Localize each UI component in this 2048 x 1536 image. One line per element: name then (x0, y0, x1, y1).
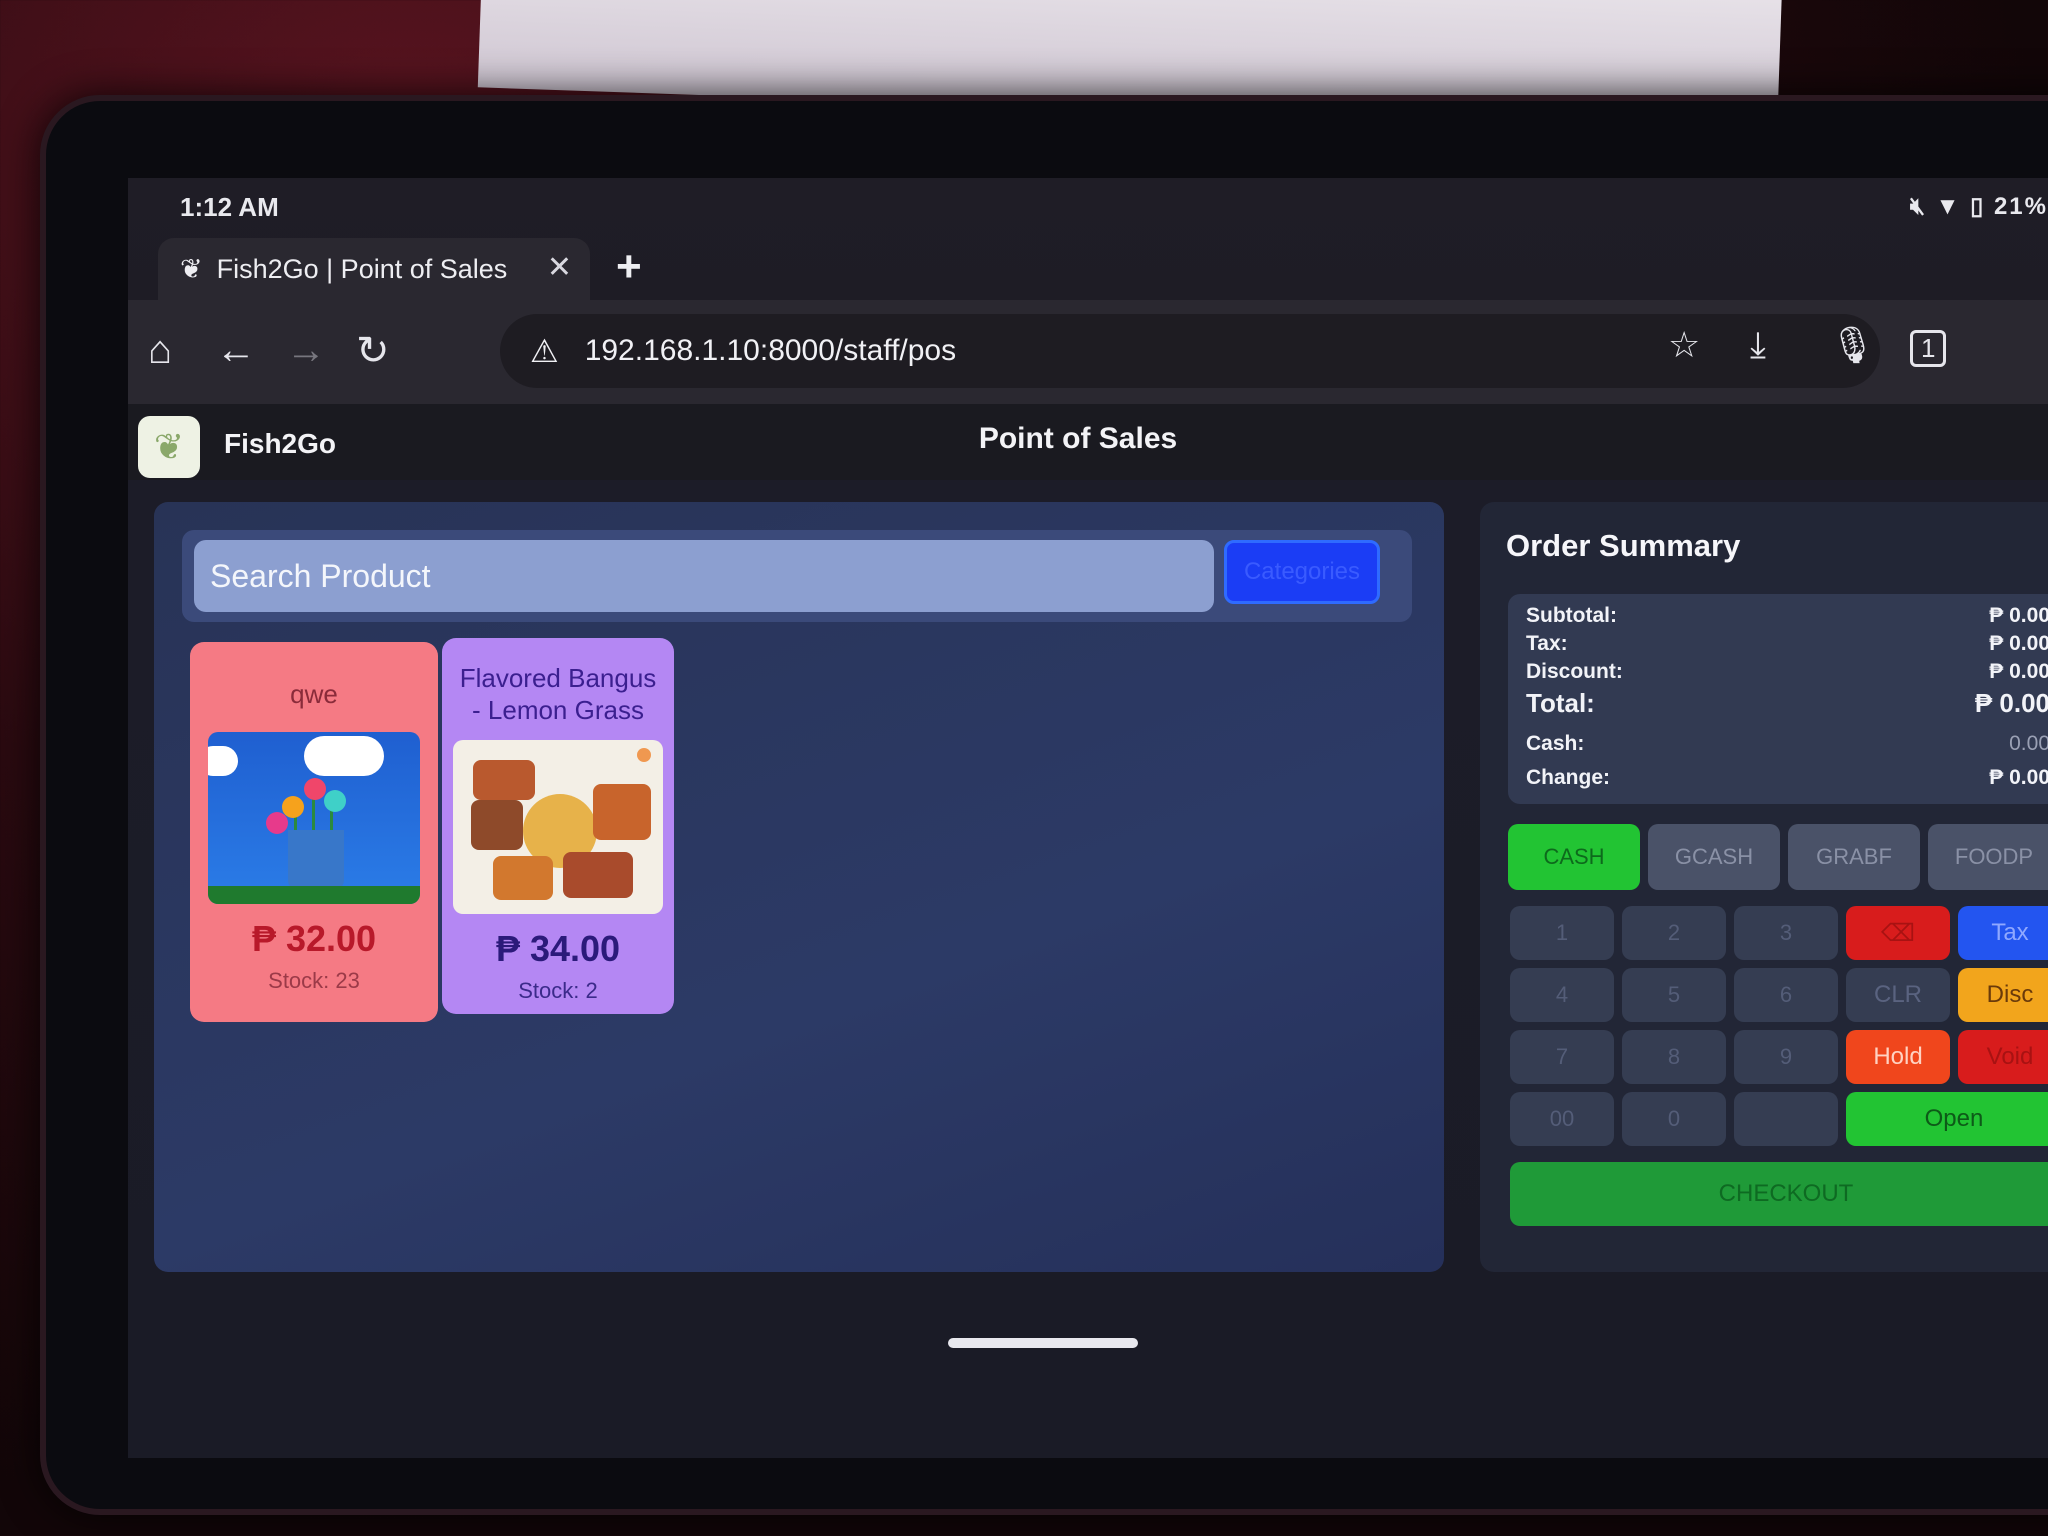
pay-cash-button[interactable]: CASH (1508, 824, 1640, 890)
pay-grabfood-button[interactable]: GRABF (1788, 824, 1920, 890)
reload-icon[interactable]: ↻ (356, 328, 390, 374)
keypad-key[interactable]: 7 (1510, 1030, 1614, 1084)
system-icons: 🔇︎ ▼ ▯ 21% (1910, 192, 2048, 221)
product-image (453, 740, 663, 914)
url-text: 192.168.1.10:8000/staff/pos (584, 334, 957, 367)
keypad-key[interactable]: 00 (1510, 1092, 1614, 1146)
tax-row: Tax: ₱ 0.00 (1526, 632, 2048, 655)
keypad-key[interactable]: 2 (1622, 906, 1726, 960)
pay-foodpanda-button[interactable]: FOODP (1928, 824, 2048, 890)
tax-button[interactable]: Tax (1958, 906, 2048, 960)
change-value: ₱ 0.00 (1989, 766, 2048, 789)
browser-tab[interactable]: ❦ Fish2Go | Point of Sales ✕ (158, 238, 590, 300)
home-icon[interactable]: ⌂ (148, 328, 172, 373)
pay-gcash-button[interactable]: GCASH (1648, 824, 1780, 890)
download-icon[interactable]: ⤓ (1750, 324, 1766, 367)
bookmark-star-icon[interactable]: ☆ (1668, 324, 1700, 366)
mute-icon: 🔇︎ (1909, 193, 1927, 220)
status-bar: 1:12 AM 🔇︎ ▼ ▯ 21% (128, 178, 2048, 232)
back-icon[interactable]: ← (216, 328, 256, 373)
checkout-button[interactable]: CHECKOUT (1510, 1162, 2048, 1226)
search-bar: Search Product Categories (182, 530, 1412, 622)
status-time: 1:12 AM (180, 192, 279, 222)
tablet-screen: 1:12 AM 🔇︎ ▼ ▯ 21% ❦ Fish2Go | Point of … (128, 178, 2048, 1458)
discount-button[interactable]: Disc (1958, 968, 2048, 1022)
product-name: qwe (290, 679, 338, 709)
order-summary-panel: Order Summary Subtotal: ₱ 0.00 Tax: ₱ 0.… (1480, 502, 2048, 1272)
void-button[interactable]: Void (1958, 1030, 2048, 1084)
cash-row: Cash: 0.00 (1526, 732, 2048, 755)
address-bar-row: ⌂ ← → ↻ ⚠ 192.168.1.10:8000/staff/pos ☆ … (128, 300, 2048, 404)
close-tab-icon[interactable]: ✕ (547, 250, 572, 285)
new-tab-icon[interactable]: + (616, 242, 642, 292)
tab-switcher-button[interactable]: 1 (1910, 330, 1947, 367)
product-card[interactable]: Flavored Bangus - Lemon Grass ₱ 34.00 St… (442, 638, 674, 1014)
keypad-key[interactable]: 9 (1734, 1030, 1838, 1084)
hold-button[interactable]: Hold (1846, 1030, 1950, 1084)
discount-value: ₱ 0.00 (1989, 660, 2048, 683)
product-card[interactable]: qwe ₱ 32.00 Stock: 23 (190, 642, 438, 1022)
product-name: Flavored Bangus - Lemon Grass (459, 663, 657, 725)
microphone-icon[interactable]: 🎙︎ (1830, 324, 1876, 366)
browser-tab-bar: ❦ Fish2Go | Point of Sales ✕ + (128, 232, 2048, 300)
categories-button[interactable]: Categories (1224, 540, 1380, 604)
product-price: ₱ 32.00 (251, 918, 377, 959)
subtotal-row: Subtotal: ₱ 0.00 (1526, 604, 2048, 627)
total-row: Total: ₱ 0.00 (1526, 688, 2048, 718)
order-summary-title: Order Summary (1506, 528, 1741, 563)
page-title: Point of Sales (978, 422, 1178, 455)
search-input[interactable]: Search Product (194, 540, 1214, 612)
change-row: Change: ₱ 0.00 (1526, 766, 2048, 789)
keypad-key[interactable]: 6 (1734, 968, 1838, 1022)
order-totals: Subtotal: ₱ 0.00 Tax: ₱ 0.00 Discount: ₱… (1508, 594, 2048, 804)
keypad-key[interactable]: 3 (1734, 906, 1838, 960)
product-panel: Search Product Categories qwe ₱ 32.00 St… (154, 502, 1444, 1272)
keypad-key[interactable]: 1 (1510, 906, 1614, 960)
battery-icon: ▯ (1970, 193, 1986, 220)
wifi-icon: ▼ (1935, 193, 1962, 220)
product-stock: Stock: 23 (268, 968, 360, 993)
forward-icon[interactable]: → (286, 328, 326, 373)
subtotal-value: ₱ 0.00 (1989, 604, 2048, 627)
pos-main: Search Product Categories qwe ₱ 32.00 St… (128, 480, 2048, 1458)
keypad-key[interactable]: 4 (1510, 968, 1614, 1022)
battery-percent: 21% (1993, 193, 2048, 220)
keypad-key[interactable]: 5 (1622, 968, 1726, 1022)
keypad-key[interactable]: 0 (1622, 1092, 1726, 1146)
tax-value: ₱ 0.00 (1989, 632, 2048, 655)
keypad-key[interactable]: 8 (1622, 1030, 1726, 1084)
keypad-key[interactable] (1734, 1092, 1838, 1146)
total-value: ₱ 0.00 (1974, 688, 2048, 718)
not-secure-warning-icon[interactable]: ⚠ (530, 332, 559, 370)
app-header: ❦ Fish2Go Point of Sales (128, 404, 2048, 480)
product-image (208, 732, 420, 904)
leaf-favicon-icon: ❦ (180, 253, 203, 284)
cash-value: 0.00 (2009, 732, 2048, 755)
discount-row: Discount: ₱ 0.00 (1526, 660, 2048, 683)
home-gesture-bar[interactable] (948, 1338, 1138, 1348)
product-price: ₱ 34.00 (495, 928, 621, 969)
tab-title: Fish2Go | Point of Sales (216, 253, 508, 284)
clear-button[interactable]: CLR (1846, 968, 1950, 1022)
backspace-button[interactable]: ⌫ (1846, 906, 1950, 960)
open-drawer-button[interactable]: Open (1846, 1092, 2048, 1146)
product-stock: Stock: 2 (518, 978, 598, 1003)
